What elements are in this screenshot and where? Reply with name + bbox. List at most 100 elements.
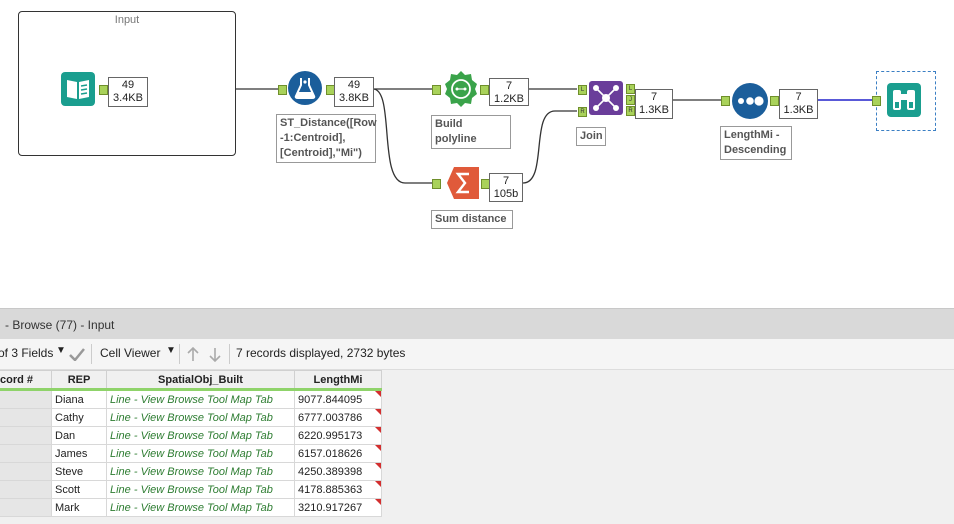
join-meta-size: 1.3KB bbox=[639, 104, 669, 116]
formula-flask-icon bbox=[288, 71, 322, 105]
input-tool[interactable] bbox=[60, 71, 96, 107]
arrow-down-icon[interactable] bbox=[209, 347, 221, 362]
spatial-cell[interactable]: Line - View Browse Tool Map Tab bbox=[106, 389, 295, 409]
sort-input-anchor[interactable] bbox=[721, 96, 730, 106]
record-cell[interactable] bbox=[0, 426, 52, 445]
formula-label[interactable]: ST_Distance([Row -1:Centroid], [Centroid… bbox=[276, 114, 377, 163]
table-row[interactable]: Scott Line - View Browse Tool Map Tab 4178… bbox=[0, 480, 382, 499]
summarize-meta-size: 105b bbox=[493, 188, 519, 200]
polybuild-meta-size: 1.2KB bbox=[494, 93, 524, 105]
spatial-cell[interactable]: Line - View Browse Tool Map Tab bbox=[106, 480, 295, 499]
join-in-left-text: L bbox=[580, 87, 585, 93]
table-row[interactable]: Cathy Line - View Browse Tool Map Tab 6777… bbox=[0, 408, 382, 427]
sort-meta: 7 1.3KB bbox=[779, 89, 818, 119]
table-row[interactable]: Steve Line - View Browse Tool Map Tab 4250… bbox=[0, 462, 382, 481]
sort-meta-records: 7 bbox=[795, 91, 802, 103]
summarize-meta-records: 7 bbox=[502, 175, 510, 187]
spatial-cell[interactable]: Line - View Browse Tool Map Tab bbox=[106, 426, 295, 445]
polybuild-label[interactable]: Build polyline bbox=[431, 115, 511, 149]
length-cell[interactable]: 6157.018626 bbox=[294, 444, 382, 463]
summarize-label[interactable]: Sum distance bbox=[431, 210, 513, 229]
sort-dots-icon bbox=[732, 83, 768, 119]
col-header-record[interactable]: cord # bbox=[0, 370, 52, 391]
formula-meta-records: 49 bbox=[347, 79, 361, 91]
toolbar-separator bbox=[179, 344, 180, 364]
record-cell[interactable] bbox=[0, 498, 52, 517]
browse-tool[interactable] bbox=[886, 82, 922, 118]
input-meta-records: 49 bbox=[121, 79, 135, 91]
record-cell[interactable] bbox=[0, 480, 52, 499]
toolbar-separator bbox=[91, 344, 92, 364]
rep-cell[interactable]: Dan bbox=[51, 426, 107, 445]
rep-cell[interactable]: Steve bbox=[51, 462, 107, 481]
join-label[interactable]: Join bbox=[576, 127, 606, 146]
summarize-meta: 7 105b bbox=[489, 173, 523, 202]
workflow-canvas[interactable]: Input 49 3.4KB 49 3.8KB ST_Distance([Row… bbox=[0, 0, 954, 308]
results-table: cord # REP SpatialObj_Built LengthMi Dia… bbox=[0, 370, 382, 517]
join-tool[interactable] bbox=[588, 80, 624, 116]
input-meta-size: 3.4KB bbox=[113, 92, 143, 104]
spatial-cell[interactable]: Line - View Browse Tool Map Tab bbox=[106, 444, 295, 463]
checkmark-icon[interactable] bbox=[69, 348, 85, 361]
record-cell[interactable] bbox=[0, 408, 52, 427]
rep-cell[interactable]: Scott bbox=[51, 480, 107, 499]
toolbar-separator bbox=[229, 344, 230, 364]
length-cell[interactable]: 3210.917267 bbox=[294, 498, 382, 517]
summarize-input-anchor[interactable] bbox=[432, 179, 441, 189]
wire-summarize-join bbox=[522, 110, 577, 184]
sort-meta-size: 1.3KB bbox=[783, 104, 814, 116]
table-row[interactable]: Dan Line - View Browse Tool Map Tab 6220.9… bbox=[0, 426, 382, 445]
table-row[interactable]: James Line - View Browse Tool Map Tab 6157… bbox=[0, 444, 382, 463]
join-meta: 7 1.3KB bbox=[635, 89, 673, 119]
table-row[interactable]: Diana Line - View Browse Tool Map Tab 9077… bbox=[0, 389, 382, 409]
poly-build-icon bbox=[445, 71, 477, 107]
fields-dropdown-caret-icon[interactable]: ▼ bbox=[56, 345, 66, 356]
rep-cell[interactable]: James bbox=[51, 444, 107, 463]
length-cell[interactable]: 9077.844095 bbox=[294, 389, 382, 409]
record-cell[interactable] bbox=[0, 462, 52, 481]
formula-tool[interactable] bbox=[287, 70, 323, 106]
fields-selector[interactable]: of 3 Fields bbox=[0, 346, 53, 360]
viewer-dropdown-caret-icon[interactable]: ▼ bbox=[166, 345, 176, 356]
length-cell[interactable]: 6777.003786 bbox=[294, 408, 382, 427]
records-status: 7 records displayed, 2732 bytes bbox=[236, 346, 406, 360]
arrow-up-icon[interactable] bbox=[187, 347, 199, 362]
table-row[interactable]: Mark Line - View Browse Tool Map Tab 3210.… bbox=[0, 498, 382, 517]
browse-input-anchor[interactable] bbox=[872, 96, 881, 106]
summarize-tool[interactable] bbox=[443, 165, 479, 201]
rep-cell[interactable]: Diana bbox=[51, 389, 107, 409]
length-cell[interactable]: 6220.995173 bbox=[294, 426, 382, 445]
input-output-anchor[interactable] bbox=[99, 85, 108, 95]
results-title: - Browse (77) - Input bbox=[5, 318, 115, 332]
polybuild-output-anchor[interactable] bbox=[480, 85, 489, 95]
container-title: Input bbox=[114, 14, 140, 26]
sigma-icon bbox=[447, 167, 479, 199]
record-cell[interactable] bbox=[0, 444, 52, 463]
record-cell[interactable] bbox=[0, 389, 52, 409]
formula-input-anchor[interactable] bbox=[278, 85, 287, 95]
sort-output-anchor[interactable] bbox=[770, 96, 779, 106]
spatial-cell[interactable]: Line - View Browse Tool Map Tab bbox=[106, 408, 295, 427]
join-meta-records: 7 bbox=[650, 91, 658, 103]
spatial-cell[interactable]: Line - View Browse Tool Map Tab bbox=[106, 498, 295, 517]
polybuild-input-anchor[interactable] bbox=[432, 85, 441, 95]
sort-label[interactable]: LengthMi - Descending bbox=[720, 126, 792, 160]
join-out-j-text: J bbox=[629, 97, 632, 103]
wire-formula-summarize bbox=[372, 88, 433, 184]
input-meta: 49 3.4KB bbox=[108, 77, 148, 107]
results-toolbar: of 3 Fields ▼ Cell Viewer ▼ 7 records di… bbox=[0, 339, 954, 370]
sort-tool[interactable] bbox=[731, 82, 768, 119]
length-cell[interactable]: 4178.885363 bbox=[294, 480, 382, 499]
col-header-rep[interactable]: REP bbox=[51, 370, 107, 391]
rep-cell[interactable]: Cathy bbox=[51, 408, 107, 427]
col-header-spatial[interactable]: SpatialObj_Built bbox=[106, 370, 295, 391]
join-out-r-text: R bbox=[628, 108, 633, 114]
length-cell[interactable]: 4250.389398 bbox=[294, 462, 382, 481]
polybuild-meta-records: 7 bbox=[505, 80, 513, 92]
results-window: - Browse (77) - Input of 3 Fields ▼ Cell… bbox=[0, 308, 954, 524]
rep-cell[interactable]: Mark bbox=[51, 498, 107, 517]
polybuild-tool[interactable] bbox=[442, 70, 478, 107]
col-header-length[interactable]: LengthMi bbox=[294, 370, 382, 391]
cell-viewer-selector[interactable]: Cell Viewer bbox=[100, 346, 160, 360]
spatial-cell[interactable]: Line - View Browse Tool Map Tab bbox=[106, 462, 295, 481]
